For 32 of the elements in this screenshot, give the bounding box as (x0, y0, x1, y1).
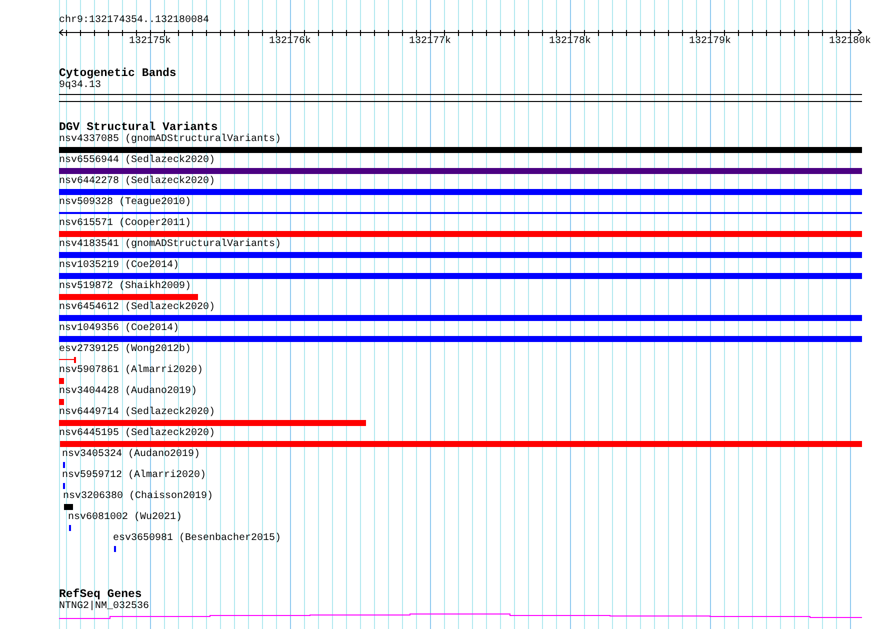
tick-label: 132179k (689, 36, 731, 48)
feature-label: nsv5959712 (Almarri2020) (62, 470, 206, 482)
feature-label: nsv3206380 (Chaisson2019) (63, 491, 214, 503)
feature-label: nsv519872 (Shaikh2009) (59, 281, 192, 293)
location-label: chr9:132174354..132180084 (59, 15, 210, 27)
feature-label: nsv1035219 (Coe2014) (59, 260, 180, 272)
tick-label: 132178k (549, 36, 591, 48)
gene-label: NTNG2|NM_032536 (59, 601, 150, 613)
track-title: RefSeq Genes (59, 589, 142, 601)
tick-label: 132175k (129, 36, 171, 48)
feature-label: nsv6445195 (Sedlazeck2020) (59, 428, 216, 440)
tick-label: 132180k (829, 36, 871, 48)
band-label: 9q34.13 (59, 80, 102, 92)
feature-label: nsv4337085 (gnomADStructuralVariants) (59, 134, 282, 146)
tick-label: 132176k (269, 36, 311, 48)
feature-label: nsv3405324 (Audano2019) (62, 449, 200, 461)
feature-label: nsv1049356 (Coe2014) (59, 323, 180, 335)
feature-label: nsv6556944 (Sedlazeck2020) (59, 155, 216, 167)
track-title: Cytogenetic Bands (59, 68, 178, 80)
track-title: DGV Structural Variants (59, 122, 218, 134)
tick-label: 132177k (409, 36, 451, 48)
feature-label: esv3650981 (Besenbacher2015) (113, 533, 282, 545)
feature-label: nsv5907861 (Almarri2020) (59, 365, 204, 377)
feature-label: nsv509328 (Teague2010) (59, 197, 192, 209)
feature-label: nsv6449714 (Sedlazeck2020) (59, 407, 216, 419)
feature-label: nsv4183541 (gnomADStructuralVariants) (59, 239, 282, 251)
feature-label: nsv615571 (Cooper2011) (59, 218, 192, 230)
feature-label: nsv6442278 (Sedlazeck2020) (59, 176, 216, 188)
feature-label: nsv3404428 (Audano2019) (59, 386, 198, 398)
feature-label: nsv6081002 (Wu2021) (68, 512, 182, 524)
feature-label: esv2739125 (Wong2012b) (59, 344, 192, 356)
feature-label: nsv6454612 (Sedlazeck2020) (59, 302, 216, 314)
